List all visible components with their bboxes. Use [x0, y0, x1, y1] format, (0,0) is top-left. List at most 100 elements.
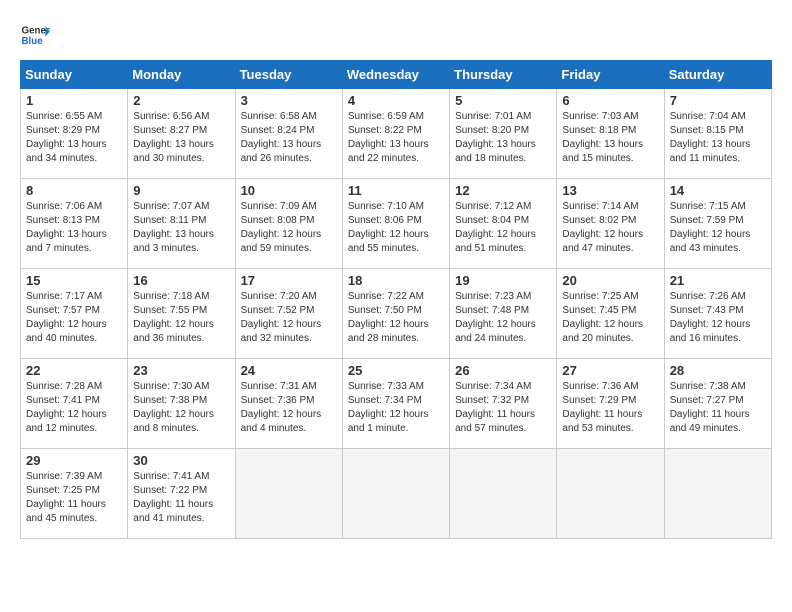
day-cell: 20 Sunrise: 7:25 AM Sunset: 7:45 PM Dayli…: [557, 269, 664, 359]
day-cell: 25 Sunrise: 7:33 AM Sunset: 7:34 PM Dayli…: [342, 359, 449, 449]
day-number: 26: [455, 363, 551, 378]
day-number: 24: [241, 363, 337, 378]
day-info: Sunrise: 7:30 AM Sunset: 7:38 PM Dayligh…: [133, 380, 229, 436]
day-cell: 19 Sunrise: 7:23 AM Sunset: 7:48 PM Dayli…: [450, 269, 557, 359]
header-cell-monday: Monday: [128, 61, 235, 89]
day-info: Sunrise: 7:23 AM Sunset: 7:48 PM Dayligh…: [455, 290, 551, 346]
calendar-table: SundayMondayTuesdayWednesdayThursdayFrid…: [20, 60, 772, 539]
day-cell: [342, 449, 449, 539]
week-row-2: 15 Sunrise: 7:17 AM Sunset: 7:57 PM Dayli…: [21, 269, 772, 359]
day-number: 22: [26, 363, 122, 378]
day-info: Sunrise: 7:20 AM Sunset: 7:52 PM Dayligh…: [241, 290, 337, 346]
day-number: 19: [455, 273, 551, 288]
day-number: 3: [241, 93, 337, 108]
header-cell-tuesday: Tuesday: [235, 61, 342, 89]
day-number: 15: [26, 273, 122, 288]
header-cell-friday: Friday: [557, 61, 664, 89]
day-cell: 21 Sunrise: 7:26 AM Sunset: 7:43 PM Dayli…: [664, 269, 771, 359]
day-cell: [235, 449, 342, 539]
day-cell: 7 Sunrise: 7:04 AM Sunset: 8:15 PM Daylig…: [664, 89, 771, 179]
day-number: 27: [562, 363, 658, 378]
day-number: 6: [562, 93, 658, 108]
day-info: Sunrise: 6:55 AM Sunset: 8:29 PM Dayligh…: [26, 110, 122, 166]
day-number: 11: [348, 183, 444, 198]
header-cell-sunday: Sunday: [21, 61, 128, 89]
day-cell: 16Sunrise: 7:18 AM Sunset: 7:55 PM Dayli…: [128, 269, 235, 359]
day-number: 7: [670, 93, 766, 108]
svg-text:Blue: Blue: [22, 36, 44, 47]
header-cell-wednesday: Wednesday: [342, 61, 449, 89]
day-cell: [450, 449, 557, 539]
day-info: Sunrise: 7:10 AM Sunset: 8:06 PM Dayligh…: [348, 200, 444, 256]
day-cell: 5 Sunrise: 7:01 AM Sunset: 8:20 PM Daylig…: [450, 89, 557, 179]
header-cell-saturday: Saturday: [664, 61, 771, 89]
day-info: Sunrise: 7:14 AM Sunset: 8:02 PM Dayligh…: [562, 200, 658, 256]
day-info: Sunrise: 7:28 AM Sunset: 7:41 PM Dayligh…: [26, 380, 122, 436]
day-cell: 3 Sunrise: 6:58 AM Sunset: 8:24 PM Daylig…: [235, 89, 342, 179]
day-cell: 2 Sunrise: 6:56 AM Sunset: 8:27 PM Daylig…: [128, 89, 235, 179]
day-cell: 4 Sunrise: 6:59 AM Sunset: 8:22 PM Daylig…: [342, 89, 449, 179]
day-info: Sunrise: 6:58 AM Sunset: 8:24 PM Dayligh…: [241, 110, 337, 166]
day-info: Sunrise: 7:12 AM Sunset: 8:04 PM Dayligh…: [455, 200, 551, 256]
day-cell: 29Sunrise: 7:39 AM Sunset: 7:25 PM Dayli…: [21, 449, 128, 539]
day-cell: 23 Sunrise: 7:30 AM Sunset: 7:38 PM Dayli…: [128, 359, 235, 449]
day-cell: 10Sunrise: 7:09 AM Sunset: 8:08 PM Dayli…: [235, 179, 342, 269]
logo: General Blue: [20, 20, 56, 50]
day-cell: 15 Sunrise: 7:17 AM Sunset: 7:57 PM Dayli…: [21, 269, 128, 359]
day-info: Sunrise: 7:17 AM Sunset: 7:57 PM Dayligh…: [26, 290, 122, 346]
day-cell: [557, 449, 664, 539]
logo-icon: General Blue: [20, 20, 50, 50]
day-info: Sunrise: 7:22 AM Sunset: 7:50 PM Dayligh…: [348, 290, 444, 346]
day-number: 8: [26, 183, 122, 198]
header: General Blue: [20, 20, 772, 50]
day-number: 17: [241, 273, 337, 288]
day-cell: [664, 449, 771, 539]
day-number: 18: [348, 273, 444, 288]
week-row-4: 29Sunrise: 7:39 AM Sunset: 7:25 PM Dayli…: [21, 449, 772, 539]
day-info: Sunrise: 7:38 AM Sunset: 7:27 PM Dayligh…: [670, 380, 766, 436]
day-number: 4: [348, 93, 444, 108]
day-cell: 14Sunrise: 7:15 AM Sunset: 7:59 PM Dayli…: [664, 179, 771, 269]
calendar-header: SundayMondayTuesdayWednesdayThursdayFrid…: [21, 61, 772, 89]
day-number: 13: [562, 183, 658, 198]
day-cell: 17 Sunrise: 7:20 AM Sunset: 7:52 PM Dayli…: [235, 269, 342, 359]
day-cell: 8 Sunrise: 7:06 AM Sunset: 8:13 PM Daylig…: [21, 179, 128, 269]
day-number: 1: [26, 93, 122, 108]
day-info: Sunrise: 7:26 AM Sunset: 7:43 PM Dayligh…: [670, 290, 766, 346]
day-info: Sunrise: 7:34 AM Sunset: 7:32 PM Dayligh…: [455, 380, 551, 436]
day-number: 25: [348, 363, 444, 378]
day-info: Sunrise: 7:01 AM Sunset: 8:20 PM Dayligh…: [455, 110, 551, 166]
day-number: 5: [455, 93, 551, 108]
day-number: 20: [562, 273, 658, 288]
day-number: 28: [670, 363, 766, 378]
day-cell: 27Sunrise: 7:36 AM Sunset: 7:29 PM Dayli…: [557, 359, 664, 449]
header-row: SundayMondayTuesdayWednesdayThursdayFrid…: [21, 61, 772, 89]
day-info: Sunrise: 7:09 AM Sunset: 8:08 PM Dayligh…: [241, 200, 337, 256]
day-number: 30: [133, 453, 229, 468]
day-cell: 12Sunrise: 7:12 AM Sunset: 8:04 PM Dayli…: [450, 179, 557, 269]
day-cell: 22 Sunrise: 7:28 AM Sunset: 7:41 PM Dayli…: [21, 359, 128, 449]
day-number: 21: [670, 273, 766, 288]
day-info: Sunrise: 6:59 AM Sunset: 8:22 PM Dayligh…: [348, 110, 444, 166]
day-info: Sunrise: 7:07 AM Sunset: 8:11 PM Dayligh…: [133, 200, 229, 256]
day-info: Sunrise: 7:31 AM Sunset: 7:36 PM Dayligh…: [241, 380, 337, 436]
day-info: Sunrise: 7:25 AM Sunset: 7:45 PM Dayligh…: [562, 290, 658, 346]
day-info: Sunrise: 7:33 AM Sunset: 7:34 PM Dayligh…: [348, 380, 444, 436]
day-number: 2: [133, 93, 229, 108]
week-row-3: 22 Sunrise: 7:28 AM Sunset: 7:41 PM Dayli…: [21, 359, 772, 449]
day-cell: 30Sunrise: 7:41 AM Sunset: 7:22 PM Dayli…: [128, 449, 235, 539]
day-number: 23: [133, 363, 229, 378]
day-info: Sunrise: 7:04 AM Sunset: 8:15 PM Dayligh…: [670, 110, 766, 166]
day-cell: 6Sunrise: 7:03 AM Sunset: 8:18 PM Daylig…: [557, 89, 664, 179]
day-info: Sunrise: 7:18 AM Sunset: 7:55 PM Dayligh…: [133, 290, 229, 346]
day-cell: 9Sunrise: 7:07 AM Sunset: 8:11 PM Daylig…: [128, 179, 235, 269]
calendar-body: 1 Sunrise: 6:55 AM Sunset: 8:29 PM Daylig…: [21, 89, 772, 539]
day-cell: 1 Sunrise: 6:55 AM Sunset: 8:29 PM Daylig…: [21, 89, 128, 179]
day-cell: 24 Sunrise: 7:31 AM Sunset: 7:36 PM Dayli…: [235, 359, 342, 449]
day-number: 29: [26, 453, 122, 468]
day-info: Sunrise: 6:56 AM Sunset: 8:27 PM Dayligh…: [133, 110, 229, 166]
day-info: Sunrise: 7:15 AM Sunset: 7:59 PM Dayligh…: [670, 200, 766, 256]
day-cell: 18 Sunrise: 7:22 AM Sunset: 7:50 PM Dayli…: [342, 269, 449, 359]
day-info: Sunrise: 7:06 AM Sunset: 8:13 PM Dayligh…: [26, 200, 122, 256]
day-cell: 11 Sunrise: 7:10 AM Sunset: 8:06 PM Dayli…: [342, 179, 449, 269]
